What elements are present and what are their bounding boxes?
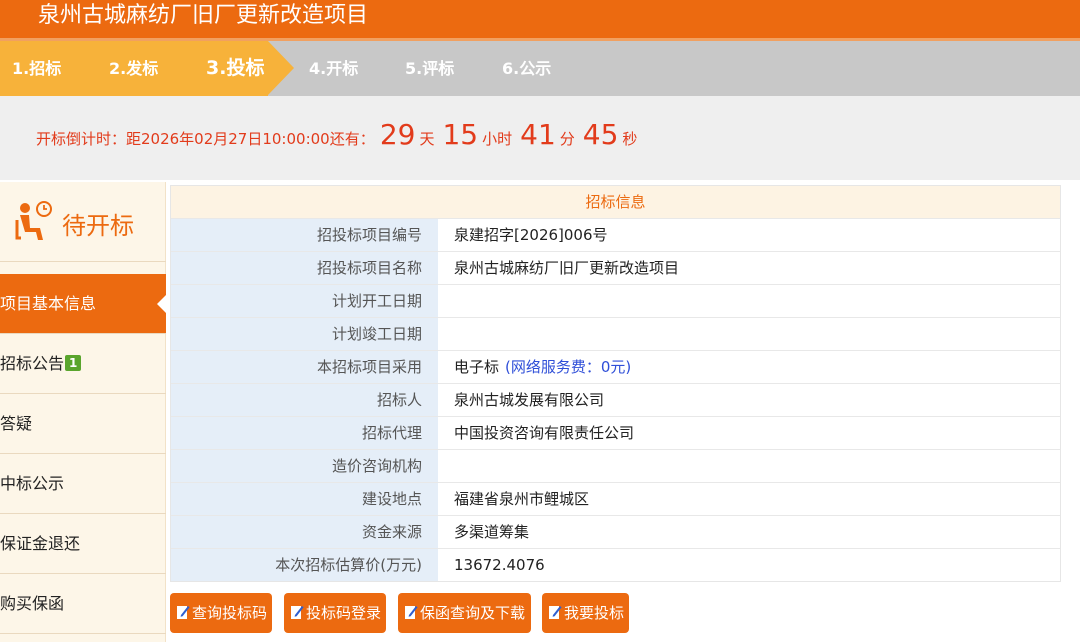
countdown-hours: 15 bbox=[442, 118, 479, 151]
sidebar-item-announcement[interactable]: 招标公告 1 bbox=[0, 334, 166, 394]
row-label: 资金来源 bbox=[171, 516, 438, 548]
countdown-days-unit: 天 bbox=[419, 130, 435, 148]
sidebar-item-label: 项目基本信息 bbox=[0, 294, 97, 313]
step-2-issue: 2.发标 bbox=[109, 59, 159, 78]
table-row: 招投标项目名称 泉州古城麻纺厂旧厂更新改造项目 bbox=[171, 251, 1060, 284]
row-value bbox=[438, 285, 1060, 317]
sidebar-item-award-publicity[interactable]: 中标公示 bbox=[0, 454, 166, 514]
progress-steps: 1.招标 2.发标 3.投标 4.开标 5.评标 6.公示 bbox=[0, 41, 1080, 96]
countdown-text: 开标倒计时：距2026年02月27日10:00:00还有： 29 天 15 小时 41 分… bbox=[36, 118, 645, 151]
submit-bid-button[interactable]: 我要投标 bbox=[542, 593, 629, 633]
countdown-minutes-unit: 分 bbox=[559, 130, 575, 148]
row-value: 泉州古城发展有限公司 bbox=[454, 391, 605, 409]
announcement-count-badge: 1 bbox=[65, 355, 82, 371]
row-label: 本招标项目采用 bbox=[171, 351, 438, 383]
table-row: 本次招标估算价(万元) 13672.4076 bbox=[171, 548, 1060, 581]
row-label: 招标人 bbox=[171, 384, 438, 416]
project-title: 泉州古城麻纺厂旧厂更新改造项目 bbox=[38, 3, 369, 28]
sidebar-item-label: 答疑 bbox=[0, 414, 33, 433]
sidebar-item-project-info[interactable]: 项目基本信息 bbox=[0, 274, 167, 334]
button-label: 保函查询及下载 bbox=[420, 604, 526, 622]
table-row: 计划开工日期 bbox=[171, 284, 1060, 317]
edit-icon bbox=[177, 606, 190, 619]
bid-code-login-button[interactable]: 投标码登录 bbox=[284, 593, 386, 633]
sidebar-item-label: 招标公告 bbox=[0, 354, 65, 373]
row-value: 13672.4076 bbox=[454, 556, 545, 574]
countdown-days: 29 bbox=[379, 118, 416, 151]
sidebar: 待开标 项目基本信息 招标公告 1 答疑 中标公示 保证金退还 购买保函 bbox=[0, 182, 167, 642]
row-value bbox=[438, 318, 1060, 350]
button-label: 查询投标码 bbox=[192, 604, 268, 622]
row-value: 福建省泉州市鲤城区 bbox=[454, 490, 590, 508]
table-row: 计划竣工日期 bbox=[171, 317, 1060, 350]
guarantee-query-download-button[interactable]: 保函查询及下载 bbox=[398, 593, 531, 633]
sidebar-item-label: 购买保函 bbox=[0, 594, 65, 613]
button-label: 投标码登录 bbox=[306, 604, 382, 622]
query-bid-code-button[interactable]: 查询投标码 bbox=[170, 593, 272, 633]
table-row: 招标人 泉州古城发展有限公司 bbox=[171, 383, 1060, 416]
step-3-submit: 3.投标 bbox=[206, 57, 265, 79]
sidebar-item-buy-guarantee[interactable]: 购买保函 bbox=[0, 574, 166, 634]
table-row: 资金来源 多渠道筹集 bbox=[171, 515, 1060, 548]
countdown-minutes: 41 bbox=[520, 118, 556, 151]
status-box: 待开标 bbox=[0, 182, 166, 262]
current-step-arrow bbox=[268, 41, 294, 95]
sidebar-item-label: 保证金退还 bbox=[0, 534, 81, 553]
row-value: 中国投资咨询有限责任公司 bbox=[454, 424, 635, 442]
row-label: 招标代理 bbox=[171, 417, 438, 449]
sidebar-item-qa[interactable]: 答疑 bbox=[0, 394, 166, 454]
edit-icon bbox=[405, 606, 418, 619]
countdown-seconds: 45 bbox=[582, 118, 619, 151]
countdown-hours-unit: 小时 bbox=[482, 130, 513, 148]
row-label: 计划竣工日期 bbox=[171, 318, 438, 350]
countdown-panel: 开标倒计时：距2026年02月27日10:00:00还有： 29 天 15 小时 41 分… bbox=[0, 96, 1080, 180]
row-label: 招投标项目名称 bbox=[171, 252, 438, 284]
row-label: 招投标项目编号 bbox=[171, 219, 438, 251]
tender-info-table: 招标信息 招投标项目编号 泉建招字[2026]006号 招投标项目名称 泉州古城… bbox=[170, 185, 1061, 582]
row-value: 多渠道筹集 bbox=[454, 523, 530, 541]
countdown-lead: 开标倒计时：距2026年02月27日10:00:00还有： bbox=[36, 130, 375, 148]
step-4-opening: 4.开标 bbox=[309, 59, 359, 78]
row-label: 计划开工日期 bbox=[171, 285, 438, 317]
bid-type-value: 电子标 bbox=[454, 358, 500, 376]
row-value bbox=[438, 450, 1060, 482]
button-label: 我要投标 bbox=[564, 604, 625, 622]
sidebar-item-label: 中标公示 bbox=[0, 474, 65, 493]
row-value: 泉建招字[2026]006号 bbox=[454, 226, 608, 244]
step-1-bidding: 1.招标 bbox=[12, 59, 62, 78]
table-title: 招标信息 bbox=[171, 186, 1060, 218]
row-label: 建设地点 bbox=[171, 483, 438, 515]
table-row: 本招标项目采用 电子标 (网络服务费：0元) bbox=[171, 350, 1060, 383]
edit-icon bbox=[549, 606, 562, 619]
page-header: 泉州古城麻纺厂旧厂更新改造项目 bbox=[0, 0, 1080, 38]
status-label: 待开标 bbox=[62, 212, 134, 240]
row-value: 泉州古城麻纺厂旧厂更新改造项目 bbox=[454, 259, 680, 277]
step-6-publicity: 6.公示 bbox=[502, 59, 552, 78]
step-5-evaluation: 5.评标 bbox=[405, 59, 455, 78]
table-row: 招投标项目编号 泉建招字[2026]006号 bbox=[171, 218, 1060, 251]
table-row: 造价咨询机构 bbox=[171, 449, 1060, 482]
row-label: 造价咨询机构 bbox=[171, 450, 438, 482]
sidebar-item-deposit-refund[interactable]: 保证金退还 bbox=[0, 514, 166, 574]
table-row: 招标代理 中国投资咨询有限责任公司 bbox=[171, 416, 1060, 449]
table-row: 建设地点 福建省泉州市鲤城区 bbox=[171, 482, 1060, 515]
row-value: 电子标 (网络服务费：0元) bbox=[438, 351, 1060, 383]
edit-icon bbox=[291, 606, 304, 619]
service-fee-note: (网络服务费：0元) bbox=[505, 358, 632, 376]
countdown-seconds-unit: 秒 bbox=[622, 130, 638, 148]
waiting-person-clock-icon bbox=[15, 201, 52, 240]
row-label: 本次招标估算价(万元) bbox=[171, 549, 438, 581]
